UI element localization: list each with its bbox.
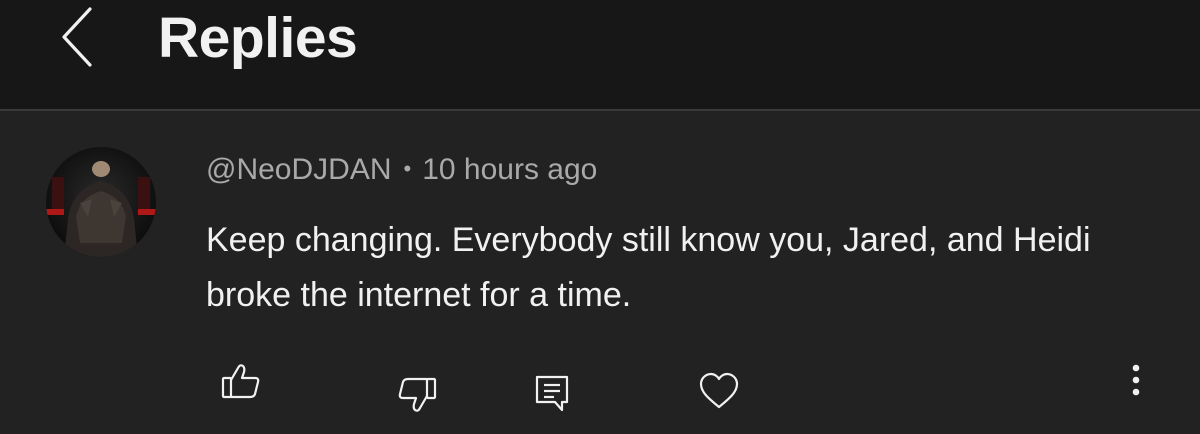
more-options-button[interactable] <box>1128 363 1144 397</box>
meta-separator: • <box>403 156 412 181</box>
avatar[interactable] <box>46 147 156 257</box>
chevron-left-icon <box>62 7 92 67</box>
reply-button[interactable] <box>532 373 572 413</box>
reply-comment-icon <box>535 375 569 412</box>
page-title: Replies <box>158 6 358 70</box>
header-bar: Replies <box>0 0 1200 111</box>
back-button[interactable] <box>52 4 104 68</box>
like-button[interactable] <box>220 363 262 401</box>
thumbs-down-icon <box>398 377 437 412</box>
comment-item: @NeoDJDAN • 10 hours ago Keep changing. Ev… <box>0 111 1200 434</box>
comment-text: Keep changing. Everybody still know you,… <box>206 221 1091 314</box>
more-vertical-icon <box>1132 364 1140 396</box>
dislike-button[interactable] <box>396 375 438 413</box>
comment-author[interactable]: @NeoDJDAN <box>206 153 392 186</box>
heart-icon <box>699 372 739 409</box>
heart-button[interactable] <box>698 371 740 411</box>
avatar-image <box>46 147 156 257</box>
comment-meta: @NeoDJDAN • 10 hours ago <box>206 151 597 188</box>
thumbs-up-icon <box>221 364 260 399</box>
comment-timestamp: 10 hours ago <box>422 153 598 186</box>
